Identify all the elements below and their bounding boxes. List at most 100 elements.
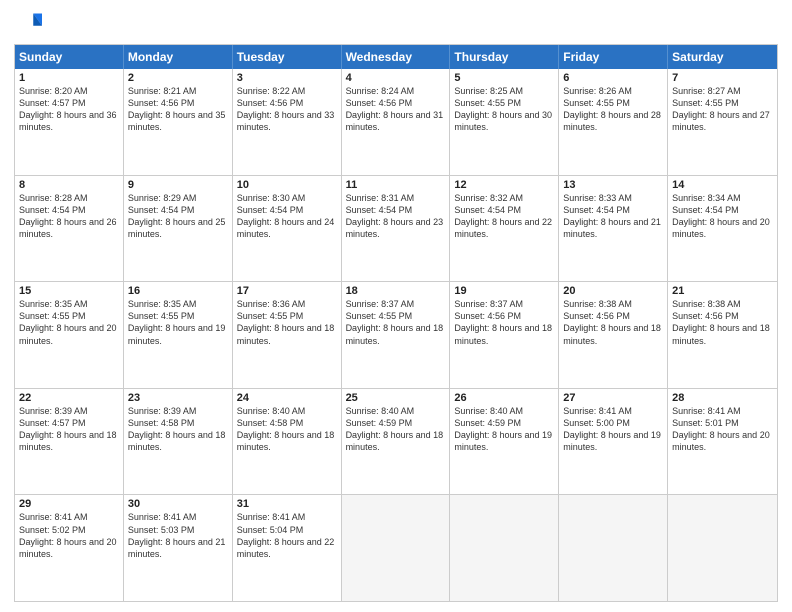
day-number: 7 — [672, 72, 773, 84]
calendar-cell-18: 18Sunrise: 8:37 AMSunset: 4:55 PMDayligh… — [342, 282, 451, 388]
calendar-cell-19: 19Sunrise: 8:37 AMSunset: 4:56 PMDayligh… — [450, 282, 559, 388]
cell-info: Sunrise: 8:25 AMSunset: 4:55 PMDaylight:… — [454, 85, 554, 134]
header-day-saturday: Saturday — [668, 45, 777, 69]
calendar-cell-empty — [450, 495, 559, 601]
calendar-cell-empty — [668, 495, 777, 601]
cell-info: Sunrise: 8:41 AMSunset: 5:02 PMDaylight:… — [19, 511, 119, 560]
cell-info: Sunrise: 8:38 AMSunset: 4:56 PMDaylight:… — [672, 298, 773, 347]
calendar-cell-23: 23Sunrise: 8:39 AMSunset: 4:58 PMDayligh… — [124, 389, 233, 495]
day-number: 21 — [672, 285, 773, 297]
header — [14, 10, 778, 38]
cell-info: Sunrise: 8:20 AMSunset: 4:57 PMDaylight:… — [19, 85, 119, 134]
calendar-cell-16: 16Sunrise: 8:35 AMSunset: 4:55 PMDayligh… — [124, 282, 233, 388]
day-number: 20 — [563, 285, 663, 297]
cell-info: Sunrise: 8:37 AMSunset: 4:56 PMDaylight:… — [454, 298, 554, 347]
calendar-cell-21: 21Sunrise: 8:38 AMSunset: 4:56 PMDayligh… — [668, 282, 777, 388]
calendar-cell-14: 14Sunrise: 8:34 AMSunset: 4:54 PMDayligh… — [668, 176, 777, 282]
day-number: 31 — [237, 498, 337, 510]
day-number: 10 — [237, 179, 337, 191]
cell-info: Sunrise: 8:40 AMSunset: 4:59 PMDaylight:… — [454, 405, 554, 454]
cell-info: Sunrise: 8:21 AMSunset: 4:56 PMDaylight:… — [128, 85, 228, 134]
cell-info: Sunrise: 8:27 AMSunset: 4:55 PMDaylight:… — [672, 85, 773, 134]
calendar-cell-24: 24Sunrise: 8:40 AMSunset: 4:58 PMDayligh… — [233, 389, 342, 495]
day-number: 16 — [128, 285, 228, 297]
cell-info: Sunrise: 8:40 AMSunset: 4:58 PMDaylight:… — [237, 405, 337, 454]
day-number: 3 — [237, 72, 337, 84]
cell-info: Sunrise: 8:41 AMSunset: 5:04 PMDaylight:… — [237, 511, 337, 560]
calendar-cell-6: 6Sunrise: 8:26 AMSunset: 4:55 PMDaylight… — [559, 69, 668, 175]
header-day-thursday: Thursday — [450, 45, 559, 69]
day-number: 29 — [19, 498, 119, 510]
cell-info: Sunrise: 8:41 AMSunset: 5:00 PMDaylight:… — [563, 405, 663, 454]
day-number: 30 — [128, 498, 228, 510]
calendar-cell-22: 22Sunrise: 8:39 AMSunset: 4:57 PMDayligh… — [15, 389, 124, 495]
calendar-cell-4: 4Sunrise: 8:24 AMSunset: 4:56 PMDaylight… — [342, 69, 451, 175]
day-number: 8 — [19, 179, 119, 191]
header-day-wednesday: Wednesday — [342, 45, 451, 69]
calendar-cell-27: 27Sunrise: 8:41 AMSunset: 5:00 PMDayligh… — [559, 389, 668, 495]
calendar-cell-3: 3Sunrise: 8:22 AMSunset: 4:56 PMDaylight… — [233, 69, 342, 175]
day-number: 1 — [19, 72, 119, 84]
day-number: 15 — [19, 285, 119, 297]
day-number: 14 — [672, 179, 773, 191]
day-number: 6 — [563, 72, 663, 84]
calendar-cell-17: 17Sunrise: 8:36 AMSunset: 4:55 PMDayligh… — [233, 282, 342, 388]
calendar-cell-20: 20Sunrise: 8:38 AMSunset: 4:56 PMDayligh… — [559, 282, 668, 388]
calendar-row-4: 22Sunrise: 8:39 AMSunset: 4:57 PMDayligh… — [15, 388, 777, 495]
cell-info: Sunrise: 8:35 AMSunset: 4:55 PMDaylight:… — [128, 298, 228, 347]
day-number: 27 — [563, 392, 663, 404]
day-number: 18 — [346, 285, 446, 297]
calendar-cell-empty — [559, 495, 668, 601]
cell-info: Sunrise: 8:29 AMSunset: 4:54 PMDaylight:… — [128, 192, 228, 241]
calendar-cell-15: 15Sunrise: 8:35 AMSunset: 4:55 PMDayligh… — [15, 282, 124, 388]
cell-info: Sunrise: 8:39 AMSunset: 4:58 PMDaylight:… — [128, 405, 228, 454]
day-number: 9 — [128, 179, 228, 191]
day-number: 28 — [672, 392, 773, 404]
day-number: 22 — [19, 392, 119, 404]
cell-info: Sunrise: 8:41 AMSunset: 5:01 PMDaylight:… — [672, 405, 773, 454]
calendar-cell-31: 31Sunrise: 8:41 AMSunset: 5:04 PMDayligh… — [233, 495, 342, 601]
day-number: 23 — [128, 392, 228, 404]
cell-info: Sunrise: 8:33 AMSunset: 4:54 PMDaylight:… — [563, 192, 663, 241]
header-day-sunday: Sunday — [15, 45, 124, 69]
cell-info: Sunrise: 8:38 AMSunset: 4:56 PMDaylight:… — [563, 298, 663, 347]
day-number: 4 — [346, 72, 446, 84]
calendar-cell-30: 30Sunrise: 8:41 AMSunset: 5:03 PMDayligh… — [124, 495, 233, 601]
cell-info: Sunrise: 8:30 AMSunset: 4:54 PMDaylight:… — [237, 192, 337, 241]
day-number: 11 — [346, 179, 446, 191]
calendar-row-3: 15Sunrise: 8:35 AMSunset: 4:55 PMDayligh… — [15, 281, 777, 388]
cell-info: Sunrise: 8:32 AMSunset: 4:54 PMDaylight:… — [454, 192, 554, 241]
cell-info: Sunrise: 8:41 AMSunset: 5:03 PMDaylight:… — [128, 511, 228, 560]
cell-info: Sunrise: 8:35 AMSunset: 4:55 PMDaylight:… — [19, 298, 119, 347]
header-day-tuesday: Tuesday — [233, 45, 342, 69]
cell-info: Sunrise: 8:24 AMSunset: 4:56 PMDaylight:… — [346, 85, 446, 134]
day-number: 26 — [454, 392, 554, 404]
calendar-cell-7: 7Sunrise: 8:27 AMSunset: 4:55 PMDaylight… — [668, 69, 777, 175]
day-number: 25 — [346, 392, 446, 404]
calendar-cell-9: 9Sunrise: 8:29 AMSunset: 4:54 PMDaylight… — [124, 176, 233, 282]
day-number: 13 — [563, 179, 663, 191]
calendar-body: 1Sunrise: 8:20 AMSunset: 4:57 PMDaylight… — [15, 69, 777, 601]
calendar-cell-12: 12Sunrise: 8:32 AMSunset: 4:54 PMDayligh… — [450, 176, 559, 282]
calendar-cell-1: 1Sunrise: 8:20 AMSunset: 4:57 PMDaylight… — [15, 69, 124, 175]
calendar-cell-25: 25Sunrise: 8:40 AMSunset: 4:59 PMDayligh… — [342, 389, 451, 495]
day-number: 5 — [454, 72, 554, 84]
calendar-cell-29: 29Sunrise: 8:41 AMSunset: 5:02 PMDayligh… — [15, 495, 124, 601]
day-number: 24 — [237, 392, 337, 404]
cell-info: Sunrise: 8:36 AMSunset: 4:55 PMDaylight:… — [237, 298, 337, 347]
calendar-cell-26: 26Sunrise: 8:40 AMSunset: 4:59 PMDayligh… — [450, 389, 559, 495]
cell-info: Sunrise: 8:26 AMSunset: 4:55 PMDaylight:… — [563, 85, 663, 134]
calendar-cell-11: 11Sunrise: 8:31 AMSunset: 4:54 PMDayligh… — [342, 176, 451, 282]
cell-info: Sunrise: 8:37 AMSunset: 4:55 PMDaylight:… — [346, 298, 446, 347]
calendar: SundayMondayTuesdayWednesdayThursdayFrid… — [14, 44, 778, 602]
header-day-friday: Friday — [559, 45, 668, 69]
calendar-cell-8: 8Sunrise: 8:28 AMSunset: 4:54 PMDaylight… — [15, 176, 124, 282]
calendar-cell-2: 2Sunrise: 8:21 AMSunset: 4:56 PMDaylight… — [124, 69, 233, 175]
logo — [14, 10, 46, 38]
cell-info: Sunrise: 8:34 AMSunset: 4:54 PMDaylight:… — [672, 192, 773, 241]
logo-icon — [14, 10, 42, 38]
day-number: 2 — [128, 72, 228, 84]
calendar-cell-28: 28Sunrise: 8:41 AMSunset: 5:01 PMDayligh… — [668, 389, 777, 495]
cell-info: Sunrise: 8:22 AMSunset: 4:56 PMDaylight:… — [237, 85, 337, 134]
cell-info: Sunrise: 8:40 AMSunset: 4:59 PMDaylight:… — [346, 405, 446, 454]
